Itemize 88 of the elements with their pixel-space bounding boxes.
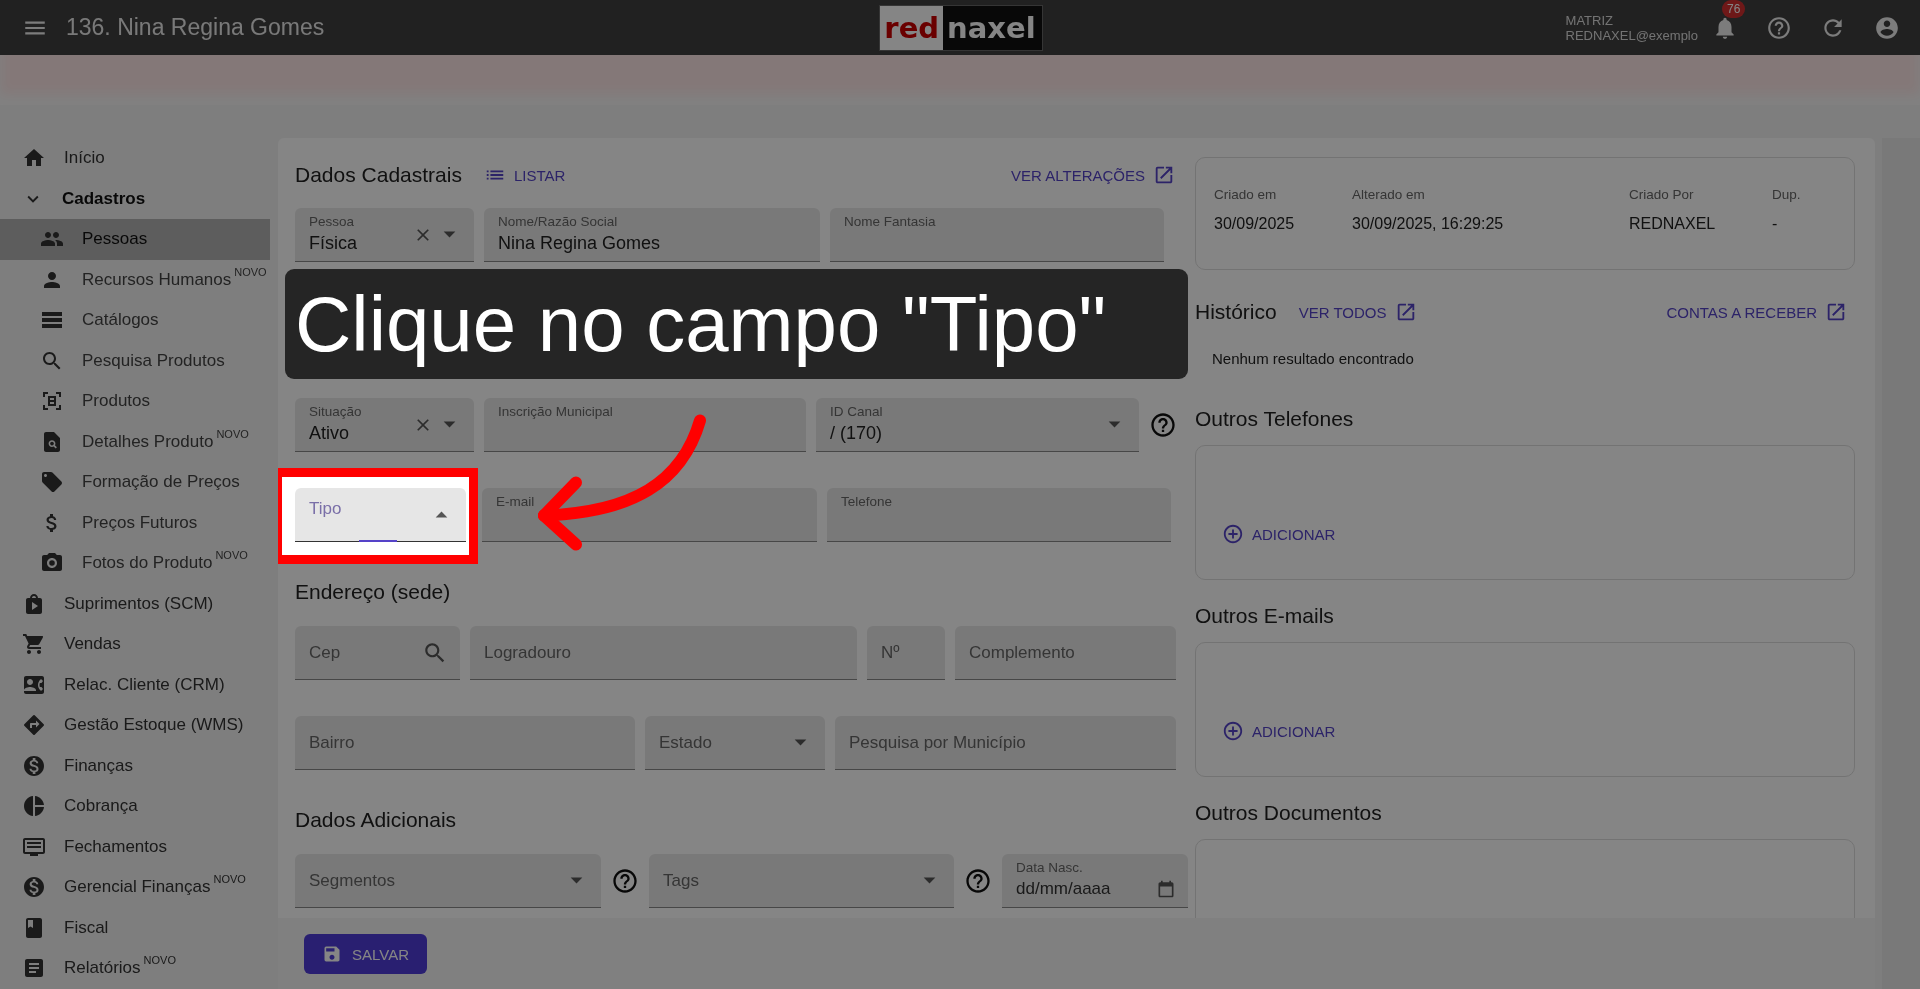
caret-down-icon — [443, 421, 456, 428]
sidebar-item[interactable]: Cobrança — [0, 786, 270, 827]
sidebar-item[interactable]: Detalhes Produto $^{NOVO}$ — [0, 421, 270, 462]
select-field[interactable]: Tipo — [295, 488, 466, 542]
caret-up-icon — [435, 511, 448, 518]
caret-down-icon — [794, 739, 807, 746]
section-title: Dados Cadastrais — [295, 163, 462, 187]
view-all-link[interactable]: VER TODOS — [1298, 301, 1417, 323]
help-icon[interactable] — [1766, 14, 1792, 41]
info-label: Criado em — [1214, 187, 1278, 202]
select-field[interactable]: Pessoa Física — [295, 208, 474, 262]
help-icon[interactable] — [611, 867, 639, 895]
sidebar-item[interactable]: Suprimentos (SCM) — [0, 583, 270, 624]
help-icon[interactable] — [1149, 411, 1177, 439]
input-field[interactable]: Inscrição Municipal — [484, 398, 806, 452]
sidebar-item[interactable]: Formação de Preços — [0, 462, 270, 503]
calendar-icon[interactable] — [1156, 879, 1176, 899]
info-value: - — [1772, 215, 1779, 233]
page-title: 136. Nina Regina Gomes — [66, 14, 325, 41]
cart-icon — [22, 632, 46, 657]
input-field[interactable]: Nome Fantasia — [830, 208, 1164, 262]
input-field[interactable]: Pesquisa por Município — [835, 716, 1176, 770]
sidebar-item[interactable]: Relac. Cliente (CRM) — [0, 664, 270, 705]
notification-count: 76 — [1722, 0, 1746, 18]
sidebar-item[interactable]: Preços Futuros — [0, 502, 270, 543]
sidebar-item[interactable]: Finanças — [0, 745, 270, 786]
add-link[interactable]: ADICIONAR — [1222, 523, 1336, 545]
select-field[interactable]: Situação Ativo — [295, 398, 474, 452]
list-link[interactable]: LISTAR — [483, 164, 566, 186]
section-title: Outros E-mails — [1195, 604, 1335, 628]
section-title: Endereço (sede) — [295, 580, 452, 604]
info-label: Alterado em — [1352, 187, 1426, 202]
info-label: Criado Por — [1629, 187, 1695, 202]
add-link[interactable]: ADICIONAR — [1222, 720, 1336, 742]
input-field[interactable]: Telefone — [827, 488, 1171, 542]
diamond-arrow-icon — [22, 713, 46, 738]
input-field[interactable]: Complemento — [955, 626, 1176, 680]
user-email: REDNAXEL@exemplo — [1565, 27, 1698, 43]
empty-message: Nenhum resultado encontrado — [1212, 350, 1415, 367]
sidebar-item[interactable]: Fiscal — [0, 907, 270, 948]
sidebar-item[interactable]: Início — [0, 138, 270, 179]
pie-icon — [22, 794, 46, 819]
select-field[interactable]: Tags — [649, 854, 954, 908]
logo: red naxel — [879, 4, 1043, 51]
info-value: 30/09/2025 — [1214, 215, 1296, 233]
sidebar-item[interactable]: Vendas — [0, 624, 270, 665]
open-external-icon — [1153, 164, 1175, 186]
sidebar-item[interactable]: Catálogos — [0, 300, 270, 341]
select-field[interactable]: Segmentos — [295, 854, 601, 908]
input-field[interactable]: Nº — [867, 626, 945, 680]
sidebar-item[interactable]: Recursos Humanos $^{NOVO}$ — [0, 259, 270, 300]
sidebar-item[interactable]: Fechamentos — [0, 826, 270, 867]
sidebar-item[interactable]: Produtos — [0, 381, 270, 422]
input-field[interactable]: Nome/Razão Social Nina Regina Gomes — [484, 208, 820, 262]
sidebar-item[interactable]: Pesquisa Produtos — [0, 340, 270, 381]
info-label: Dup. — [1772, 187, 1802, 202]
save-icon — [322, 944, 342, 964]
caret-down-icon — [923, 877, 936, 884]
changes-link[interactable]: VER ALTERAÇÕES — [1011, 164, 1175, 186]
section-title: Outros Documentos — [1195, 801, 1383, 825]
info-value: REDNAXEL — [1629, 215, 1717, 233]
receivables-link[interactable]: CONTAS A RECEBER — [1666, 301, 1847, 323]
save-button[interactable]: SALVAR — [304, 934, 427, 974]
open-external-icon — [1825, 301, 1847, 323]
select-field[interactable]: ID Canal / (170) — [816, 398, 1139, 452]
section-title: Dados Adicionais — [295, 808, 458, 832]
section-title: Outros Telefones — [1195, 407, 1355, 431]
input-field[interactable]: Logradouro — [470, 626, 857, 680]
caret-down-icon — [570, 877, 583, 884]
sidebar-item[interactable]: Gerencial Finanças $^{NOVO}$ — [0, 867, 270, 908]
sidebar-item[interactable]: Relatórios $^{NOVO}$ — [0, 948, 270, 989]
input-field[interactable]: Cep — [295, 626, 460, 680]
help-icon[interactable] — [964, 867, 992, 895]
input-field[interactable]: Bairro — [295, 716, 635, 770]
section-title: Histórico — [1195, 300, 1277, 324]
select-field[interactable]: Estado — [645, 716, 825, 770]
sidebar-item[interactable]: Pessoas — [0, 219, 270, 260]
sidebar-item[interactable]: Fotos do Produto $^{NOVO}$ — [0, 543, 270, 584]
info-value: 30/09/2025, 16:29:25 — [1352, 215, 1505, 233]
date-field[interactable]: Data Nasc. dd/mm/aaaa — [1002, 854, 1188, 908]
account-icon[interactable] — [1874, 14, 1900, 41]
caret-down-icon — [1108, 421, 1121, 428]
caret-down-icon — [443, 231, 456, 238]
company-name: MATRIZ — [1565, 12, 1614, 28]
tag-icon — [40, 470, 64, 495]
instruction-tooltip: Clique no campo "Tipo" — [285, 269, 1188, 379]
sidebar-item[interactable]: Gestão Estoque (WMS) — [0, 705, 270, 746]
sidebar-item[interactable]: Cadastros — [0, 178, 270, 219]
